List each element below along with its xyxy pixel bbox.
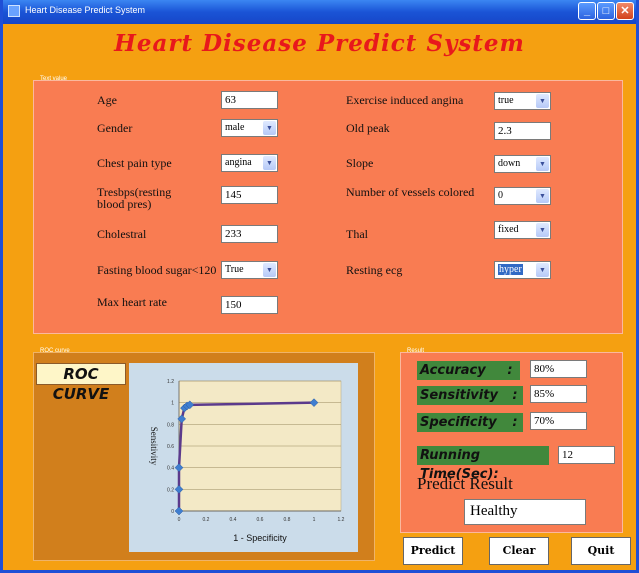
roc-title: ROC CURVE xyxy=(36,363,126,403)
chevron-down-icon: ▼ xyxy=(263,156,276,170)
vessels-select[interactable]: 0 ▼ xyxy=(494,187,551,205)
chest-pain-select[interactable]: angina ▼ xyxy=(221,154,278,172)
app-window: Heart Disease Predict System _ □ ✕ Heart… xyxy=(0,0,639,573)
running-time-output: 12 xyxy=(558,446,615,464)
y-axis-label: Sensitivity xyxy=(149,427,159,466)
title-bar: Heart Disease Predict System _ □ ✕ xyxy=(3,0,636,24)
x-tick-label: 0.6 xyxy=(257,517,264,523)
thal-select[interactable]: fixed ▼ xyxy=(494,221,551,239)
resting-ecg-value: hyper xyxy=(498,264,523,275)
predict-result-label: Predict Result xyxy=(417,474,513,493)
chevron-down-icon: ▼ xyxy=(263,263,276,277)
chevron-down-icon: ▼ xyxy=(263,121,276,135)
max-heart-rate-input[interactable]: 150 xyxy=(221,296,278,314)
old-peak-label: Old peak xyxy=(346,121,390,135)
chevron-down-icon: ▼ xyxy=(536,94,549,108)
slope-label: Slope xyxy=(346,156,374,170)
fasting-blood-sugar-select[interactable]: True ▼ xyxy=(221,261,278,279)
y-tick-label: 1 xyxy=(171,401,174,407)
accuracy-output: 80% xyxy=(530,360,587,378)
resting-ecg-label: Resting ecg xyxy=(346,263,403,277)
sensitivity-label: Sensitivity xyxy=(417,386,523,405)
trestbps-label-2: blood pres) xyxy=(97,197,152,211)
predict-result-output: Healthy xyxy=(464,499,586,525)
result-panel-legend: Result xyxy=(407,348,425,354)
fasting-blood-sugar-value: True xyxy=(225,264,244,275)
accuracy-colon: : xyxy=(500,361,520,380)
app-heading: Heart Disease Predict System xyxy=(114,30,525,57)
chevron-down-icon: ▼ xyxy=(536,223,549,237)
close-button[interactable]: ✕ xyxy=(616,2,634,20)
vessels-value: 0 xyxy=(498,190,503,201)
window-title: Heart Disease Predict System xyxy=(25,5,146,15)
x-tick-label: 0.8 xyxy=(284,517,291,523)
maximize-button[interactable]: □ xyxy=(597,2,615,20)
exercise-angina-select[interactable]: true ▼ xyxy=(494,92,551,110)
old-peak-input[interactable]: 2.3 xyxy=(494,122,551,140)
predict-button[interactable]: Predict xyxy=(403,537,463,565)
gender-select[interactable]: male ▼ xyxy=(221,119,278,137)
max-heart-rate-label: Max heart rate xyxy=(97,295,167,309)
y-tick-label: 0.2 xyxy=(167,487,174,493)
slope-select[interactable]: down ▼ xyxy=(494,155,551,173)
x-tick-label: 0 xyxy=(178,517,181,523)
chevron-down-icon: ▼ xyxy=(536,189,549,203)
clear-button[interactable]: Clear xyxy=(489,537,549,565)
trestbps-input[interactable]: 145 xyxy=(221,186,278,204)
specificity-label: Specificity xyxy=(417,413,523,432)
chevron-down-icon: ▼ xyxy=(536,263,549,277)
minimize-button[interactable]: _ xyxy=(578,2,596,20)
age-label: Age xyxy=(97,93,117,107)
age-input[interactable]: 63 xyxy=(221,91,278,109)
specificity-colon: : xyxy=(509,413,521,432)
accuracy-label: Accuracy xyxy=(417,361,500,380)
sensitivity-colon: : xyxy=(509,386,521,405)
roc-panel-legend: ROC curve xyxy=(40,348,70,354)
resting-ecg-select[interactable]: hyper ▼ xyxy=(494,261,551,279)
x-tick-label: 1.2 xyxy=(338,517,345,523)
y-tick-label: 0 xyxy=(171,509,174,515)
chest-pain-label: Chest pain type xyxy=(97,156,172,170)
x-tick-label: 0.4 xyxy=(230,517,237,523)
chevron-down-icon: ▼ xyxy=(536,157,549,171)
fasting-blood-sugar-label: Fasting blood sugar<120 xyxy=(97,263,217,277)
exercise-angina-label: Exercise induced angina xyxy=(346,93,464,107)
gender-label: Gender xyxy=(97,121,133,135)
y-tick-label: 0.4 xyxy=(167,466,174,472)
roc-chart: 0 0.2 0.4 0.6 0.8 1 1.2 0 0.2 0.4 0.6 0.8 1 1.2 1 - Sp… xyxy=(129,363,358,552)
input-panel-legend: Text value xyxy=(40,76,68,82)
x-tick-label: 0.2 xyxy=(203,517,210,523)
gender-value: male xyxy=(225,122,245,133)
app-icon xyxy=(8,5,20,17)
chest-pain-value: angina xyxy=(225,157,252,168)
thal-label: Thal xyxy=(346,227,368,241)
thal-value: fixed xyxy=(498,224,519,235)
y-tick-label: 0.6 xyxy=(167,444,174,450)
y-tick-label: 1.2 xyxy=(167,379,174,385)
sensitivity-output: 85% xyxy=(530,385,587,403)
vessels-label: Number of vessels colored xyxy=(346,185,475,199)
y-tick-label: 0.8 xyxy=(167,422,174,428)
slope-value: down xyxy=(498,158,521,169)
specificity-output: 70% xyxy=(530,412,587,430)
running-time-label: Running Time(Sec): xyxy=(417,446,549,482)
x-axis-label: 1 - Specificity xyxy=(233,533,287,543)
exercise-angina-value: true xyxy=(498,95,514,106)
x-tick-label: 1 xyxy=(313,517,316,523)
cholestral-input[interactable]: 233 xyxy=(221,225,278,243)
roc-chart-svg: 0 0.2 0.4 0.6 0.8 1 1.2 0 0.2 0.4 0.6 0.8 1 1.2 1 - Sp… xyxy=(149,379,345,543)
cholestral-label: Cholestral xyxy=(97,227,147,241)
quit-button[interactable]: Quit xyxy=(571,537,631,565)
